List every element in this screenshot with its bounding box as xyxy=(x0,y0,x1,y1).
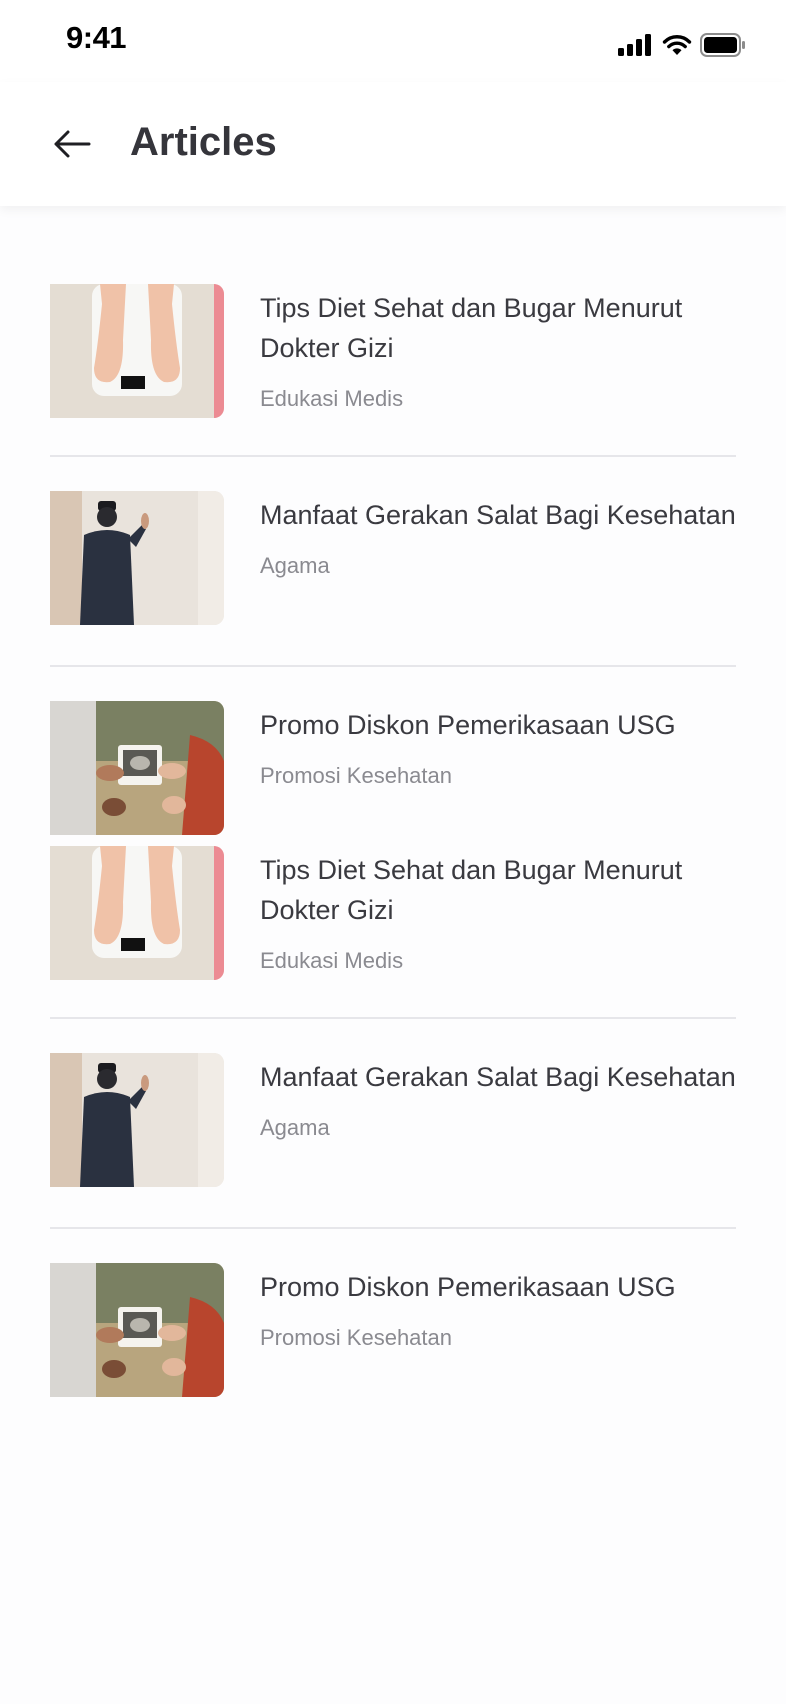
article-text: Promo Diskon Pemerikasaan USG Promosi Ke… xyxy=(260,1263,736,1351)
article-title: Tips Diet Sehat dan Bugar Menurut Dokter… xyxy=(260,293,683,363)
article-text: Manfaat Gerakan Salat Bagi Kesehatan Aga… xyxy=(260,1053,736,1141)
article-title: Tips Diet Sehat dan Bugar Menurut Dokter… xyxy=(260,855,683,925)
app-header: Articles xyxy=(0,82,786,206)
man-praying-image xyxy=(50,1053,224,1187)
ultrasound-photo-image xyxy=(50,1263,224,1397)
article-title: Manfaat Gerakan Salat Bagi Kesehatan xyxy=(260,500,736,530)
article-text: Tips Diet Sehat dan Bugar Menurut Dokter… xyxy=(260,846,736,974)
article-text: Promo Diskon Pemerikasaan USG Promosi Ke… xyxy=(260,701,736,789)
scale-feet-image xyxy=(50,846,224,980)
article-title: Manfaat Gerakan Salat Bagi Kesehatan xyxy=(260,1062,736,1092)
article-text: Tips Diet Sehat dan Bugar Menurut Dokter… xyxy=(260,284,736,412)
arrow-left-icon xyxy=(54,130,91,158)
article-item[interactable]: Manfaat Gerakan Salat Bagi Kesehatan Aga… xyxy=(50,1019,736,1229)
status-bar: 9:41 xyxy=(0,0,786,82)
article-category: Promosi Kesehatan xyxy=(260,763,452,788)
battery-icon xyxy=(700,33,745,57)
article-item[interactable]: Promo Diskon Pemerikasaan USG Promosi Ke… xyxy=(50,667,736,846)
man-praying-image xyxy=(50,491,224,625)
cellular-signal-icon xyxy=(618,34,651,56)
back-button[interactable] xyxy=(44,116,100,172)
article-item[interactable]: Tips Diet Sehat dan Bugar Menurut Dokter… xyxy=(50,846,736,1019)
article-item[interactable]: Manfaat Gerakan Salat Bagi Kesehatan Aga… xyxy=(50,457,736,667)
status-icons xyxy=(618,32,746,58)
wifi-icon xyxy=(662,35,692,55)
article-category: Agama xyxy=(260,1115,330,1140)
article-category: Edukasi Medis xyxy=(260,948,404,973)
article-category: Edukasi Medis xyxy=(260,386,404,411)
article-title: Promo Diskon Pemerikasaan USG xyxy=(260,710,676,740)
article-text: Manfaat Gerakan Salat Bagi Kesehatan Aga… xyxy=(260,491,736,579)
article-category: Promosi Kesehatan xyxy=(260,1325,452,1350)
article-title: Promo Diskon Pemerikasaan USG xyxy=(260,1272,676,1302)
status-time: 9:41 xyxy=(66,20,127,55)
article-item[interactable]: Promo Diskon Pemerikasaan USG Promosi Ke… xyxy=(50,1229,736,1408)
ultrasound-photo-image xyxy=(50,701,224,835)
article-category: Agama xyxy=(260,553,330,578)
scale-feet-image xyxy=(50,284,224,418)
page-title: Articles xyxy=(130,120,277,164)
article-item[interactable]: Tips Diet Sehat dan Bugar Menurut Dokter… xyxy=(50,284,736,457)
article-list: Tips Diet Sehat dan Bugar Menurut Dokter… xyxy=(50,284,736,1408)
